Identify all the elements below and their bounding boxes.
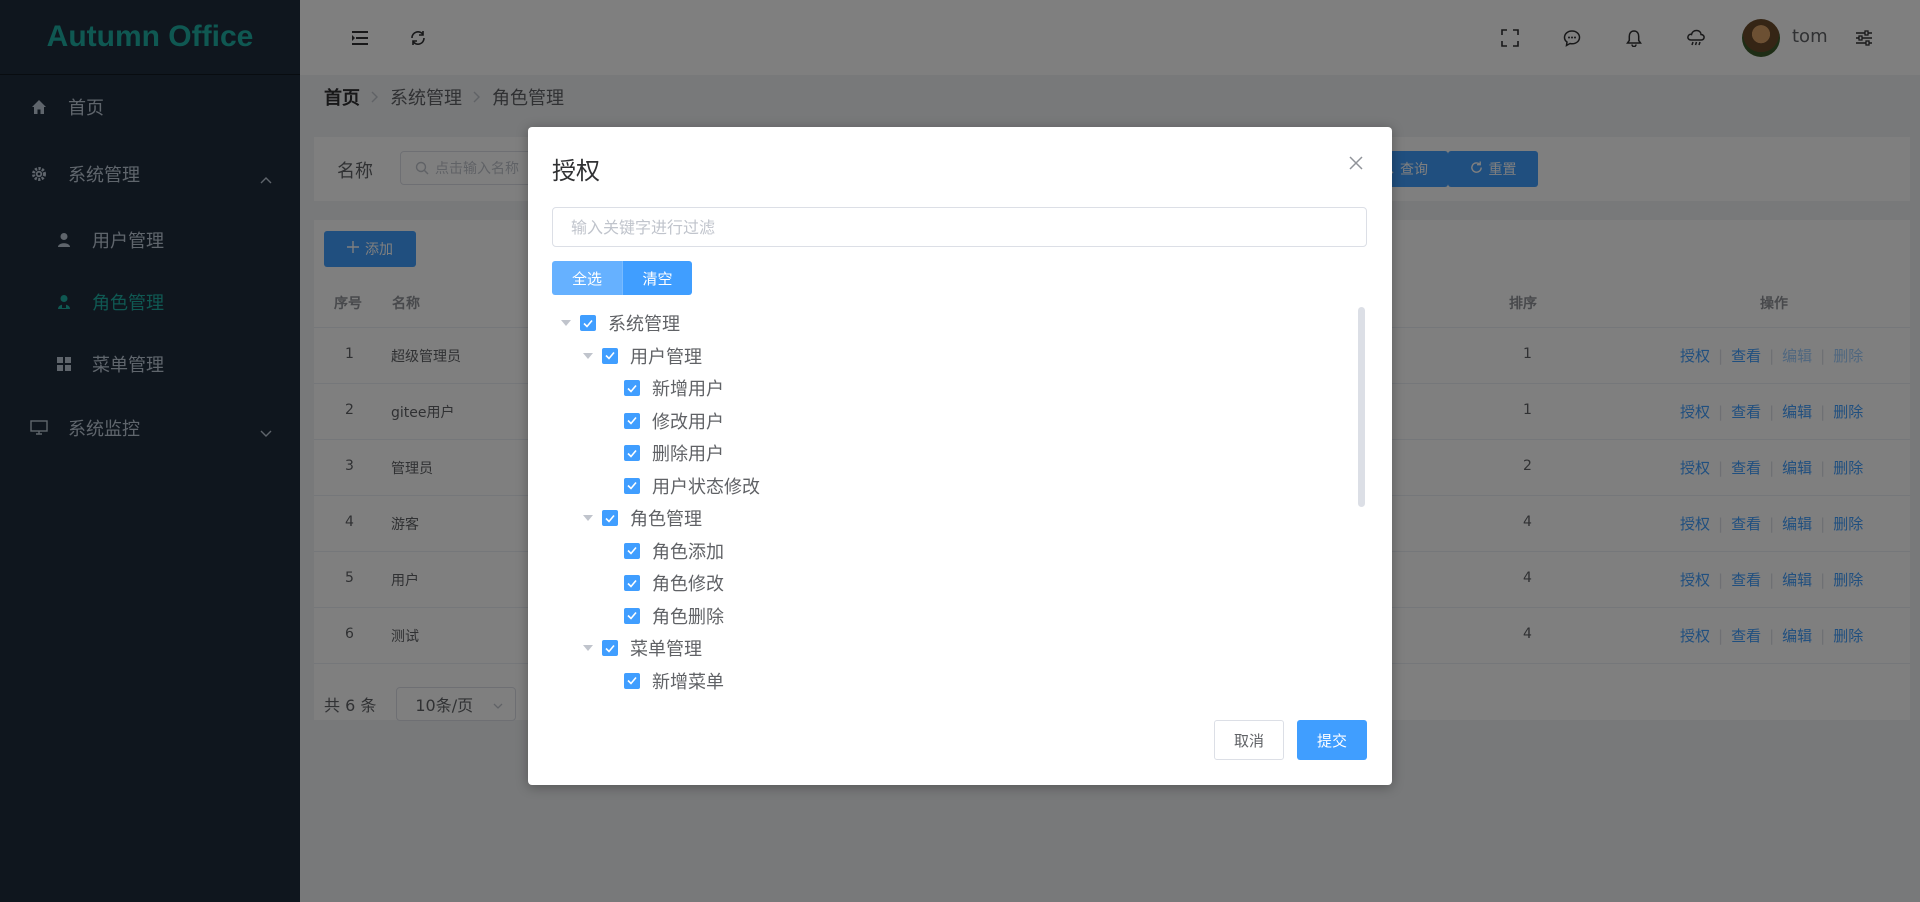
- checkbox-checked-icon[interactable]: [624, 672, 640, 689]
- tree-node-label: 修改用户: [652, 411, 724, 433]
- tree-node-label: 新增用户: [652, 379, 724, 401]
- caret-down-icon[interactable]: [556, 313, 576, 333]
- caret-spacer: [600, 671, 620, 691]
- caret-spacer: [600, 443, 620, 463]
- tree-node-label: 角色删除: [652, 606, 724, 628]
- caret-spacer: [600, 573, 620, 593]
- permission-tree: 系统管理用户管理新增用户修改用户删除用户用户状态修改角色管理角色添加角色修改角色…: [552, 307, 1342, 697]
- caret-down-icon[interactable]: [578, 346, 598, 366]
- checkbox-checked-icon[interactable]: [602, 640, 618, 657]
- tree-node[interactable]: 用户状态修改: [552, 470, 1342, 503]
- tree-node[interactable]: 用户管理: [552, 340, 1342, 373]
- tree-node-label: 角色添加: [652, 541, 724, 563]
- checkbox-checked-icon[interactable]: [624, 607, 640, 624]
- caret-spacer: [600, 541, 620, 561]
- checkbox-checked-icon[interactable]: [624, 445, 640, 462]
- checkbox-checked-icon[interactable]: [624, 575, 640, 592]
- tree-node[interactable]: 角色修改: [552, 567, 1342, 600]
- tree-filter-input[interactable]: [552, 207, 1367, 247]
- tree-node[interactable]: 删除用户: [552, 437, 1342, 470]
- tree-node-label: 菜单管理: [630, 639, 702, 661]
- caret-spacer: [600, 476, 620, 496]
- caret-down-icon[interactable]: [578, 638, 598, 658]
- checkbox-checked-icon[interactable]: [624, 477, 640, 494]
- tree-node[interactable]: 新增菜单: [552, 665, 1342, 698]
- dialog-title: 授权: [552, 157, 600, 185]
- tree-node[interactable]: 角色添加: [552, 535, 1342, 568]
- tree-node-label: 删除用户: [652, 444, 724, 466]
- close-icon[interactable]: [1346, 153, 1366, 173]
- tree-node-label: 用户管理: [630, 346, 702, 368]
- checkbox-checked-icon[interactable]: [624, 542, 640, 559]
- tree-node[interactable]: 角色删除: [552, 600, 1342, 633]
- caret-down-icon[interactable]: [578, 508, 598, 528]
- tree-node[interactable]: 修改用户: [552, 405, 1342, 438]
- tree-action-group: 全选 清空: [552, 261, 692, 295]
- tree-node[interactable]: 系统管理: [552, 307, 1342, 340]
- checkbox-checked-icon[interactable]: [624, 380, 640, 397]
- tree-node-label: 系统管理: [608, 314, 680, 336]
- cancel-button[interactable]: 取消: [1214, 720, 1284, 760]
- tree-node[interactable]: 新增用户: [552, 372, 1342, 405]
- tree-node-label: 角色修改: [652, 574, 724, 596]
- caret-spacer: [600, 606, 620, 626]
- select-all-button[interactable]: 全选: [552, 261, 622, 295]
- caret-spacer: [600, 378, 620, 398]
- grant-dialog: 授权 全选 清空 系统管理用户管理新增用户修改用户删除用户用户状态修改角色管理角…: [528, 127, 1392, 785]
- tree-node[interactable]: 角色管理: [552, 502, 1342, 535]
- clear-button[interactable]: 清空: [622, 261, 692, 295]
- submit-button[interactable]: 提交: [1297, 720, 1367, 760]
- tree-node-label: 角色管理: [630, 509, 702, 531]
- checkbox-checked-icon[interactable]: [602, 510, 618, 527]
- tree-node-label: 用户状态修改: [652, 476, 760, 498]
- tree-scrollbar[interactable]: [1358, 307, 1365, 507]
- checkbox-checked-icon[interactable]: [624, 412, 640, 429]
- caret-spacer: [600, 411, 620, 431]
- tree-node[interactable]: 菜单管理: [552, 632, 1342, 665]
- tree-node-label: 新增菜单: [652, 671, 724, 693]
- checkbox-checked-icon[interactable]: [602, 347, 618, 364]
- checkbox-checked-icon[interactable]: [580, 315, 596, 332]
